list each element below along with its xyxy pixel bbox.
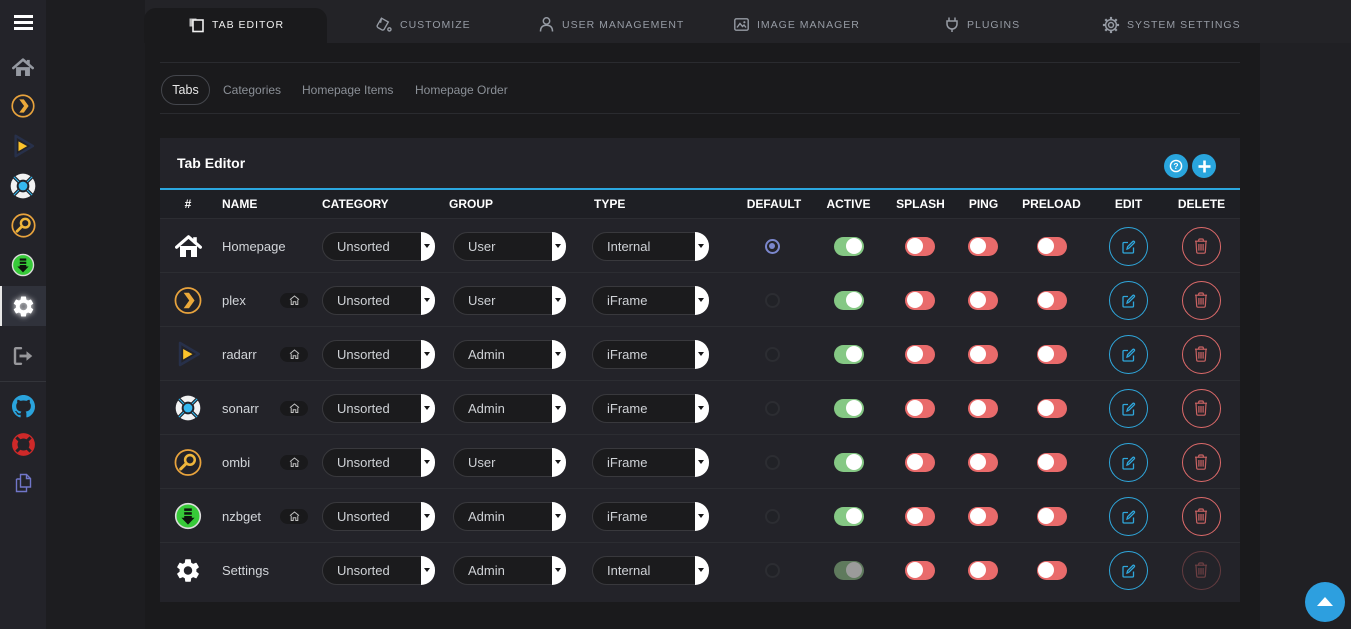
svg-text:?: ? [1173, 161, 1178, 171]
